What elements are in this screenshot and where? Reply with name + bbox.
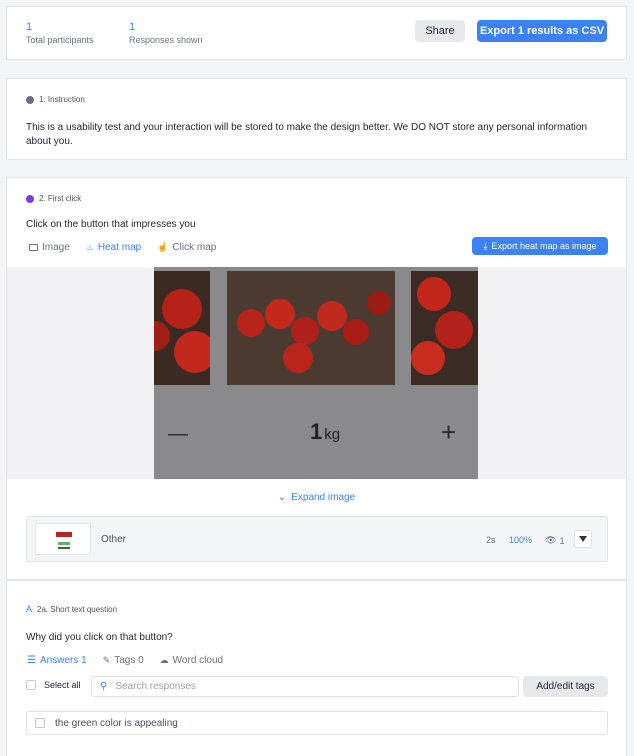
instruction-heading-text: 1. Instruction	[39, 95, 85, 104]
select-all-checkbox[interactable]	[26, 680, 36, 690]
export-heatmap-button[interactable]: ⤓ Export heat map as image	[472, 237, 608, 255]
first-click-question: Click on the button that impresses you	[26, 219, 196, 230]
add-edit-tags-button[interactable]: Add/edit tags	[523, 676, 608, 697]
tab-answers-label: Answers 1	[39, 655, 87, 666]
tab-image[interactable]: Image	[29, 242, 70, 253]
search-icon: ⚲	[100, 681, 108, 692]
tab-click-map[interactable]: ☝ Click map	[157, 242, 216, 253]
answer-checkbox[interactable]	[35, 718, 45, 728]
tag-icon: ✎	[102, 655, 111, 665]
search-placeholder: Search responses	[115, 681, 196, 692]
result-percent: 100%	[509, 535, 533, 545]
expand-image-label: Expand image	[291, 492, 356, 503]
first-click-tabs: Image ♨ Heat map ☝ Click map	[29, 242, 216, 253]
download-icon: ⤓	[483, 240, 488, 251]
tab-heat-map-label: Heat map	[97, 242, 142, 253]
result-thumbnail	[35, 523, 91, 555]
share-button[interactable]: Share	[415, 20, 465, 42]
short-text-question: Why did you click on that button?	[26, 632, 173, 643]
quantity-plus: +	[441, 417, 457, 447]
participants-label: Total participants	[26, 35, 94, 45]
text-icon: A	[26, 604, 33, 614]
filter-icon	[579, 536, 587, 542]
click-result-row[interactable]: Other 2s 100% 👁 1	[26, 516, 608, 562]
info-icon	[26, 95, 34, 104]
export-heatmap-label: Export heat map as image	[491, 241, 597, 251]
instruction-text: This is a usability test and your intera…	[26, 122, 588, 147]
select-all-label: Select all	[44, 680, 81, 690]
tomato-image-right	[411, 271, 478, 385]
answer-row[interactable]: the green color is appealing	[26, 711, 608, 735]
tab-image-label: Image	[42, 242, 70, 253]
cloud-icon: ☁	[159, 655, 169, 665]
cursor-icon	[26, 194, 34, 203]
responses-count: 1	[129, 21, 136, 33]
tab-heat-map[interactable]: ♨ Heat map	[86, 242, 141, 253]
summary-card: 1 Total participants 1 Responses shown S…	[6, 6, 627, 60]
quantity-number: 1	[310, 419, 323, 444]
tab-word-cloud[interactable]: ☁ Word cloud	[160, 655, 223, 666]
tomato-image-center	[227, 271, 395, 385]
filter-button[interactable]	[574, 530, 592, 548]
expand-image-link[interactable]: ⌄ Expand image	[7, 492, 626, 503]
select-all[interactable]: Select all	[26, 680, 81, 690]
heatmap-overlay: — 1 kg +	[154, 267, 478, 479]
first-click-heading-text: 2. First click	[39, 194, 82, 203]
short-text-card: A 2a. Short text question Why did you cl…	[6, 580, 627, 756]
answer-text: the green color is appealing	[55, 717, 178, 729]
tab-tags[interactable]: ✎ Tags 0	[103, 655, 144, 666]
flame-icon: ♨	[85, 242, 94, 252]
instruction-heading: 1. Instruction	[26, 95, 85, 104]
short-text-heading: A 2a. Short text question	[26, 604, 117, 614]
tab-answers[interactable]: ☰ Answers 1	[27, 655, 87, 666]
heatmap-area: — 1 kg +	[7, 267, 626, 479]
pointer-icon: ☝	[157, 242, 169, 252]
result-views-count: 1	[559, 535, 565, 546]
quantity-display: 1 kg	[310, 419, 340, 445]
responses-label: Responses shown	[129, 35, 203, 45]
tab-word-cloud-label: Word cloud	[172, 655, 224, 666]
tab-tags-label: Tags 0	[114, 655, 144, 666]
first-click-heading: 2. First click	[26, 194, 81, 203]
first-click-card: 2. First click Click on the button that …	[6, 177, 627, 580]
result-time: 2s	[486, 535, 496, 545]
quantity-minus: —	[168, 423, 188, 445]
list-icon: ☰	[27, 655, 36, 666]
tomato-image-left	[154, 271, 210, 385]
eye-icon: 👁	[545, 535, 557, 545]
quantity-unit: kg	[324, 426, 341, 443]
result-views: 👁 1	[545, 535, 564, 546]
short-text-heading-text: 2a. Short text question	[37, 604, 118, 614]
tab-click-map-label: Click map	[172, 242, 217, 253]
image-icon	[29, 244, 38, 251]
participants-count: 1	[26, 21, 33, 33]
chevron-down-icon: ⌄	[277, 492, 287, 503]
search-input[interactable]: ⚲ Search responses	[91, 676, 519, 697]
short-text-tabs: ☰ Answers 1 ✎ Tags 0 ☁ Word cloud	[27, 655, 223, 666]
instruction-card: 1. Instruction This is a usability test …	[6, 78, 627, 160]
export-csv-button[interactable]: Export 1 results as CSV	[477, 20, 607, 42]
result-label: Other	[101, 534, 127, 545]
